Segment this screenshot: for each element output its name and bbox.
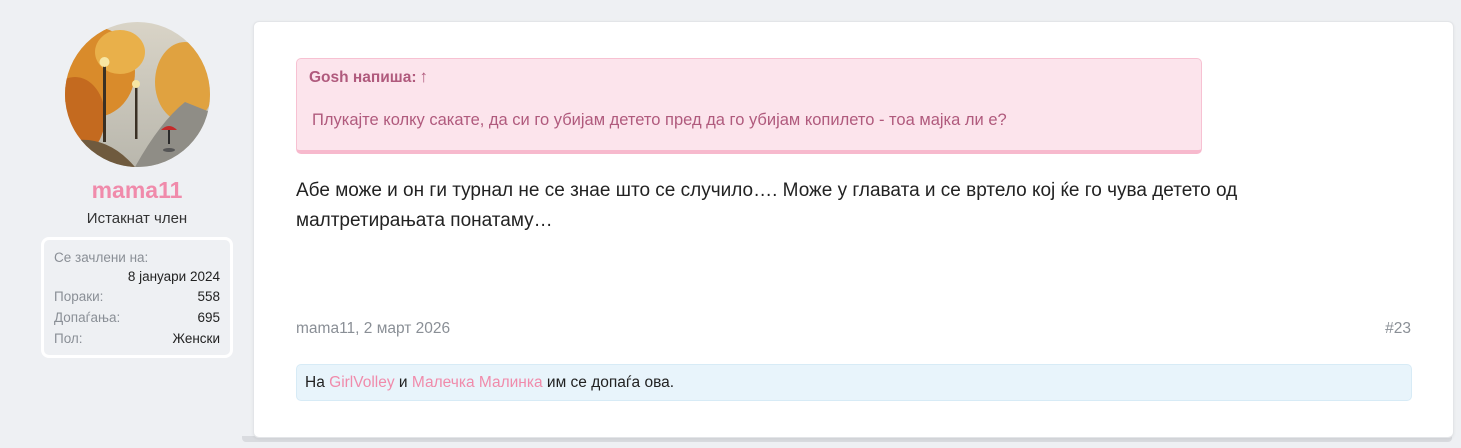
messages-label: Пораки: (54, 289, 104, 304)
page: mama11 Истакнат член Се зачлени на: 8 ја… (0, 0, 1461, 448)
user-extras: Се зачлени на: 8 јануари 2024 Пораки: 55… (41, 237, 233, 358)
username-link[interactable]: mama11 (92, 177, 183, 204)
messages-row: Пораки: 558 (54, 286, 220, 307)
post-number-link[interactable]: #23 (1385, 320, 1411, 338)
reactions-conjunction: и (398, 374, 408, 391)
user-title: Истакнат член (86, 210, 188, 227)
gender-row: Пол: Женски (54, 328, 220, 349)
likes-row: Допаѓања: 695 (54, 307, 220, 328)
quote-author[interactable]: Gosh напиша: (309, 69, 417, 86)
messages-value[interactable]: 558 (197, 286, 220, 307)
quote-text: Плукајте колку сакате, да си го убијам д… (312, 111, 1007, 129)
post-author-date[interactable]: mama11, 2 март 2026 (296, 320, 450, 338)
user-sidebar: mama11 Истакнат член Се зачлени на: 8 ја… (40, 22, 234, 358)
likes-label: Допаѓања: (54, 310, 121, 325)
reactions-bar: На GirlVolley и Малечка Малинка им се до… (296, 364, 1412, 401)
arrow-up-icon[interactable]: ↑ (420, 67, 429, 86)
message-body: Абе може и он ги турнал не се знае што с… (296, 180, 1238, 231)
gender-value: Женски (172, 331, 220, 346)
reaction-user-link[interactable]: Малечка Малинка (412, 374, 543, 391)
reaction-user-link[interactable]: GirlVolley (329, 374, 394, 391)
quote-header[interactable]: Gosh напиша: ↑ (309, 67, 428, 87)
joined-label: Се зачлени на: (54, 250, 149, 265)
gender-label: Пол: (54, 331, 83, 346)
user-avatar[interactable] (64, 22, 210, 167)
quote-block: Gosh напиша: ↑ Плукајте колку сакате, да … (296, 58, 1202, 154)
likes-value: 695 (197, 310, 220, 325)
post-card: Gosh напиша: ↑ Плукајте колку сакате, да … (253, 21, 1454, 438)
reactions-suffix: им се допаѓа ова. (546, 374, 675, 391)
joined-value: 8 јануари 2024 (127, 269, 220, 284)
reactions-prefix: На (305, 374, 325, 391)
